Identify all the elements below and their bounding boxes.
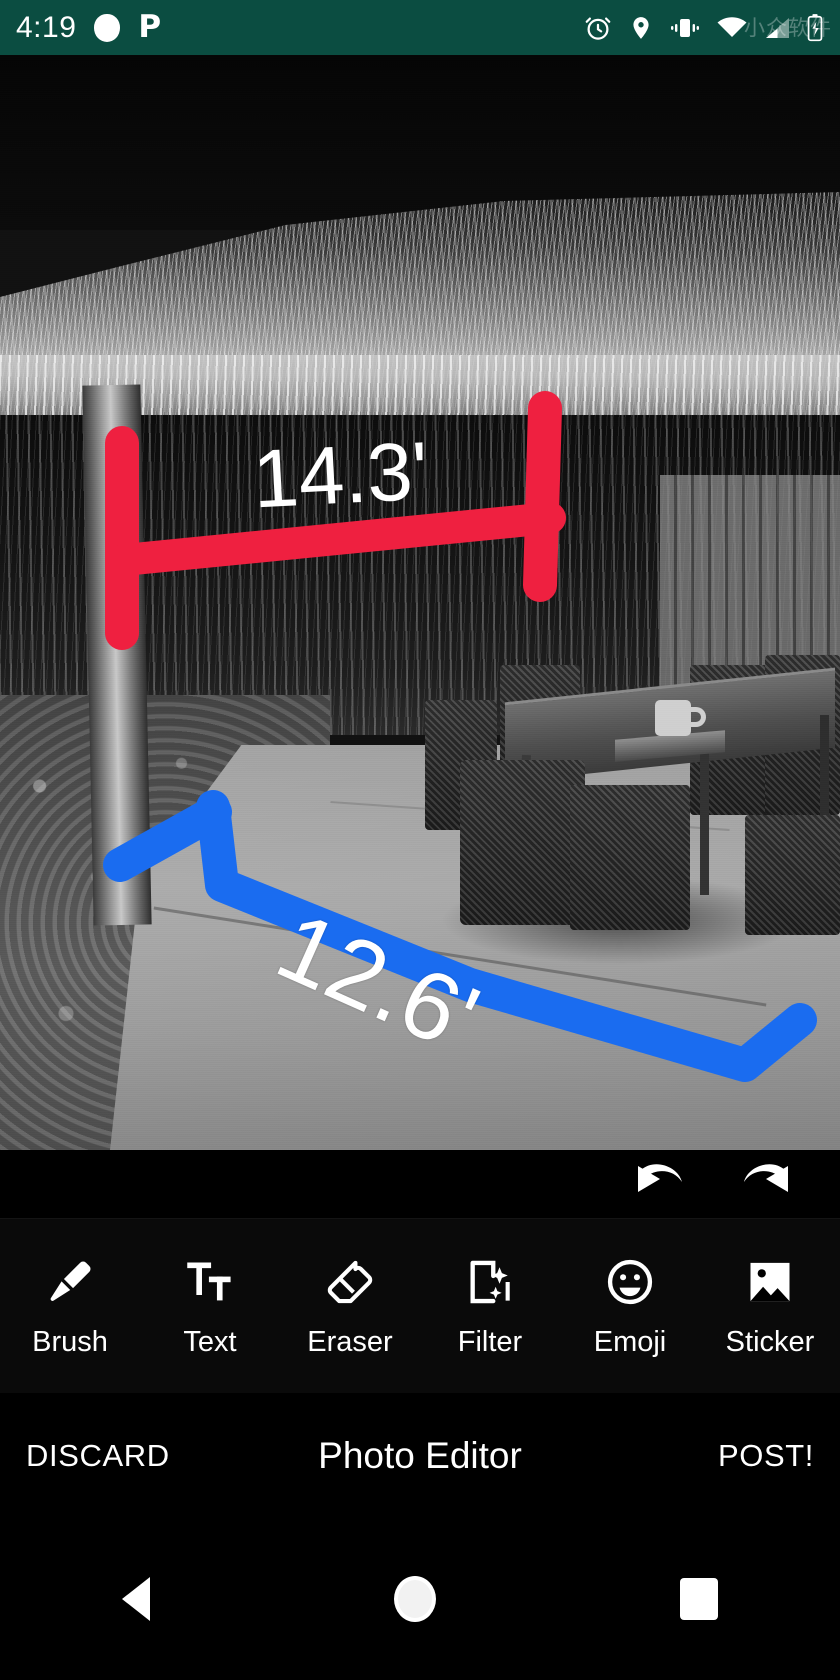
location-pin-icon bbox=[628, 13, 654, 43]
tool-brush[interactable]: Brush bbox=[5, 1254, 135, 1359]
sticker-icon bbox=[744, 1254, 796, 1310]
post-button[interactable]: POST! bbox=[718, 1438, 814, 1474]
text-icon bbox=[184, 1254, 236, 1310]
tool-label: Brush bbox=[32, 1325, 108, 1358]
history-bar bbox=[0, 1150, 840, 1218]
home-circle-icon[interactable] bbox=[394, 1576, 436, 1622]
eraser-icon bbox=[324, 1254, 376, 1310]
tool-label: Text bbox=[183, 1325, 237, 1358]
filter-icon bbox=[464, 1254, 516, 1310]
status-bar-right bbox=[583, 13, 824, 43]
wifi-icon bbox=[716, 15, 748, 41]
tool-text[interactable]: Text bbox=[145, 1254, 275, 1359]
tool-emoji[interactable]: Emoji bbox=[565, 1254, 695, 1359]
discard-button[interactable]: DISCARD bbox=[26, 1438, 170, 1474]
tool-label: Eraser bbox=[307, 1325, 393, 1358]
recents-square-icon[interactable] bbox=[680, 1578, 718, 1620]
tool-filter[interactable]: Filter bbox=[425, 1254, 555, 1359]
circle-indicator-icon bbox=[94, 13, 121, 42]
brush-icon bbox=[44, 1254, 96, 1310]
action-bar: DISCARD Photo Editor POST! bbox=[0, 1393, 840, 1518]
status-bar: 4:19 P 小众软件 bbox=[0, 0, 840, 55]
alarm-clock-icon bbox=[583, 13, 613, 43]
undo-arrow-icon[interactable] bbox=[630, 1160, 692, 1208]
cell-signal-icon bbox=[763, 15, 791, 41]
tool-label: Filter bbox=[457, 1325, 523, 1358]
status-bar-clock: 4:19 bbox=[16, 10, 77, 44]
tool-label: Sticker bbox=[725, 1325, 815, 1358]
status-bar-left: 4:19 P bbox=[16, 12, 161, 43]
redo-arrow-icon[interactable] bbox=[734, 1160, 796, 1208]
emoji-icon bbox=[604, 1254, 656, 1310]
photo-editor-screen: 4:19 P 小众软件 14.3' 12.6' Brush Text Erase… bbox=[0, 0, 840, 1680]
red-measurement-label: 14.3' bbox=[250, 425, 431, 526]
tool-eraser[interactable]: Eraser bbox=[285, 1254, 415, 1359]
vibrate-icon bbox=[669, 15, 701, 41]
photo-canvas[interactable]: 14.3' 12.6' bbox=[0, 55, 840, 1150]
battery-charging-icon bbox=[806, 13, 824, 43]
tool-bar: Brush Text Eraser Filter Emoji Sticker bbox=[0, 1218, 840, 1393]
tool-label: Emoji bbox=[593, 1325, 667, 1358]
android-nav-bar bbox=[0, 1518, 840, 1680]
parking-p-icon: P bbox=[138, 9, 162, 45]
back-triangle-icon[interactable] bbox=[122, 1577, 150, 1621]
tool-sticker[interactable]: Sticker bbox=[705, 1254, 835, 1359]
